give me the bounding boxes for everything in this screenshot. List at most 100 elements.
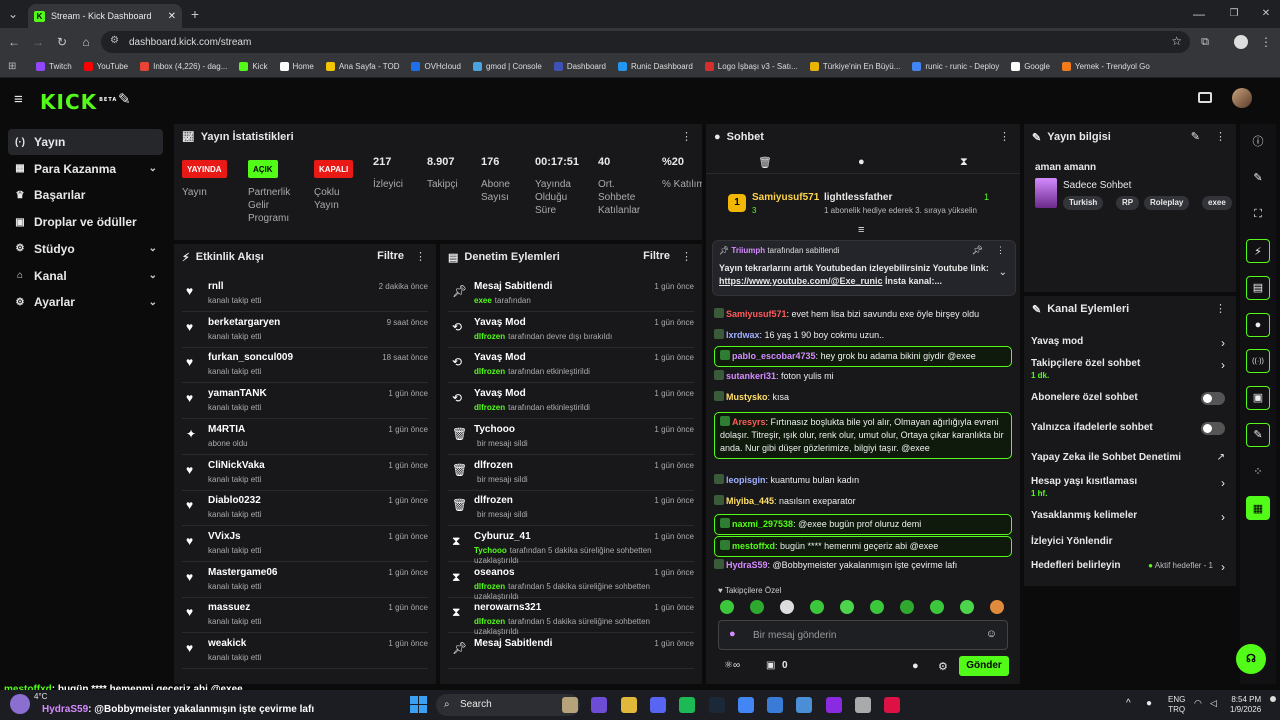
sidebar-item[interactable]: (·) Yayın	[8, 129, 163, 155]
drops-icon[interactable]	[1198, 92, 1212, 103]
chat-rail-icon[interactable]: ●	[1246, 312, 1270, 337]
mic-icon[interactable]: ●	[729, 628, 736, 640]
activity-item[interactable]: ♥ Diablo0232 kanalı takip etti 1 gün önce	[182, 492, 428, 527]
toggle-switch[interactable]	[1201, 392, 1225, 405]
notification-icon[interactable]	[1270, 696, 1276, 702]
taskbar-app-icon[interactable]	[620, 697, 637, 713]
support-headset-icon[interactable]: ☊	[1236, 644, 1266, 674]
chat-message[interactable]: lxrdwax: 16 yaş 1 90 boy cokmu uzun..	[714, 329, 1012, 342]
stream-tag[interactable]: RP	[1116, 196, 1140, 210]
pencil-rail-icon[interactable]: ✎	[1246, 166, 1270, 190]
channel-action[interactable]: İzleyici Yönlendir	[1031, 536, 1231, 547]
pinned-message[interactable]: 📌︎ Triiumph tarafından sabitlendi 📌︎ ⋮ Y…	[712, 240, 1016, 296]
taskbar-app-icon[interactable]	[649, 697, 666, 713]
moderation-item[interactable]: ⧗ Cyburuz_41 Tychooo tarafından 5 dakika sü…	[448, 528, 694, 565]
taskbar-app-icon[interactable]	[767, 697, 784, 713]
site-info-icon[interactable]: ⚙	[110, 35, 119, 46]
new-tab-icon[interactable]: +	[186, 0, 204, 28]
weather-icon[interactable]	[10, 694, 30, 714]
chat-username[interactable]: Mustysko	[726, 392, 768, 402]
chat-input-box[interactable]: ● Bir mesaj gönderin ☺	[718, 620, 1008, 650]
hamburger-menu-icon[interactable]: ≡	[14, 92, 23, 107]
broadcast-icon[interactable]: ((·))	[1246, 349, 1270, 374]
chat-message[interactable]: Aresyrs: Fırtınasız boşlukta bile yol al…	[714, 412, 1012, 459]
emote-icon[interactable]	[720, 600, 734, 614]
fullscreen-icon[interactable]: ⛶	[1246, 202, 1270, 226]
game-icon[interactable]: ▦	[1246, 496, 1270, 520]
chat-message[interactable]: pablo_escobar4735: hey grok bu adama bik…	[714, 346, 1012, 367]
activity-item[interactable]: ♥ berketargaryen kanalı takip etti 9 saat ö…	[182, 314, 428, 348]
moderation-item[interactable]: ⟲ Yavaş Mod dlfrozen tarafından devre dışı …	[448, 314, 694, 348]
chat-message[interactable]: naxmi_297538: @exee bugün prof oluruz de…	[714, 514, 1012, 535]
channel-action[interactable]: Hesap yaşı kısıtlaması 1 hf. ›	[1031, 476, 1231, 498]
drops-infinity-icon[interactable]: ⚛∞	[724, 660, 740, 671]
chat-message[interactable]: HydraS59: @Bobbymeister yakalanmışın işt…	[714, 559, 1012, 572]
sidebar-item[interactable]: ⚙ Ayarlar ⌄	[8, 289, 163, 315]
profile-icon[interactable]	[1234, 35, 1248, 49]
bookmark-item[interactable]: Inbox (4,226) - dag...	[134, 62, 233, 71]
emote-icon[interactable]	[870, 600, 884, 614]
language-indicator[interactable]: ENG TRQ	[1168, 695, 1185, 715]
chat-menu-icon[interactable]: ⋮	[999, 130, 1010, 143]
user-avatar[interactable]	[1232, 88, 1252, 108]
apps-grid-icon[interactable]: ⊞	[8, 61, 16, 72]
home-icon[interactable]: ⌂	[77, 28, 95, 56]
chat-message[interactable]: sutankeri31: foton yulis mi	[714, 370, 1012, 383]
category-name[interactable]: Sadece Sohbet	[1063, 180, 1131, 191]
back-icon[interactable]: ←	[5, 28, 23, 56]
taskbar-app-icon[interactable]	[679, 697, 696, 713]
sidebar-item[interactable]: ▦ Para Kazanma ⌄	[8, 156, 163, 182]
bookmark-item[interactable]: Runic Dashboard	[612, 62, 699, 71]
moderation-item[interactable]: ⟲ Yavaş Mod dlfrozen tarafından etkinleştir…	[448, 349, 694, 384]
emote-icon[interactable]	[750, 600, 764, 614]
moderation-item[interactable]: 📌︎ Mesaj Sabitlendi exee tarafından 1 gün ön…	[448, 278, 694, 312]
tray-mic-icon[interactable]: ●	[1146, 698, 1152, 709]
bookmark-item[interactable]: OVHcloud	[405, 62, 466, 71]
channel-action[interactable]: Hedefleri belirleyin ● Aktif hedefler - 1…	[1031, 560, 1231, 574]
chat-username[interactable]: naxmi_297538	[732, 519, 793, 529]
bookmark-item[interactable]: Google	[1005, 62, 1056, 71]
channel-action[interactable]: Abonelere özel sohbet	[1031, 392, 1231, 405]
hourglass-tab-icon[interactable]: ⧗	[960, 156, 968, 169]
expand-leaderboard-icon[interactable]: ≡	[858, 224, 864, 236]
extensions-icon[interactable]: ⧉	[1196, 28, 1214, 56]
taskbar-app-icon[interactable]	[562, 697, 578, 713]
chevron-down-icon[interactable]: ⌄	[999, 267, 1007, 278]
activity-filter-button[interactable]: Filtre	[377, 250, 404, 262]
channel-actions-menu-icon[interactable]: ⋮	[1215, 302, 1226, 315]
tray-chevron-icon[interactable]: ^	[1126, 698, 1131, 709]
pinned-link[interactable]: https://www.youtube.com/@Exe_runic	[719, 276, 882, 286]
edit-info-icon[interactable]: ✎	[1191, 130, 1200, 143]
emote-icon[interactable]	[810, 600, 824, 614]
chat-message[interactable]: Miyiba_445: nasılsın exeparator	[714, 495, 1012, 508]
send-button[interactable]: Gönder	[959, 656, 1009, 676]
forward-icon[interactable]: →	[29, 28, 47, 56]
stream-tag[interactable]: exee	[1202, 196, 1232, 210]
channel-action[interactable]: Yasaklanmış kelimeler ›	[1031, 510, 1231, 524]
bolt-rail-icon[interactable]: ⚡︎	[1246, 239, 1270, 264]
browser-tab[interactable]: K Stream - Kick Dashboard ✕	[28, 4, 182, 28]
moderation-item[interactable]: ⟲ Yavaş Mod dlfrozen tarafından etkinleştir…	[448, 385, 694, 420]
bookmark-item[interactable]: Ana Sayfa - TOD	[320, 62, 406, 71]
wifi-icon[interactable]: ◠	[1194, 698, 1202, 709]
close-tab-icon[interactable]: ✕	[168, 11, 176, 22]
activity-item[interactable]: ♥ CliNickVaka kanalı takip etti 1 gün önce	[182, 457, 428, 491]
taskbar-app-icon[interactable]	[737, 697, 754, 713]
points-icon[interactable]: ▣	[766, 660, 775, 671]
chat-username[interactable]: mestoffxd	[732, 541, 775, 551]
stream-tag[interactable]: Roleplay	[1144, 196, 1190, 210]
channel-action[interactable]: Takipçilere özel sohbet 1 dk. ›	[1031, 358, 1231, 380]
bookmark-item[interactable]: Home	[274, 62, 320, 71]
toggle-switch[interactable]	[1201, 422, 1225, 435]
restore-icon[interactable]: ❐	[1225, 0, 1243, 28]
taskbar-search[interactable]: ⌕ Search	[436, 694, 580, 716]
minimize-icon[interactable]: —	[1190, 0, 1208, 28]
moderation-filter-button[interactable]: Filtre	[643, 250, 670, 262]
channel-action[interactable]: Yavaş mod ›	[1031, 336, 1231, 350]
activity-item[interactable]: ♥ rnll kanalı takip etti 2 dakika önce	[182, 278, 428, 312]
bookmark-item[interactable]: Kick	[233, 62, 273, 71]
chat-message[interactable]: Samiyusuf571: evet hem lisa bizi savundu…	[714, 308, 1012, 321]
emote-icon[interactable]	[930, 600, 944, 614]
stream-tag[interactable]: Turkish	[1063, 196, 1104, 210]
activity-item[interactable]: ✦ M4RTIA abone oldu 1 gün önce	[182, 421, 428, 455]
